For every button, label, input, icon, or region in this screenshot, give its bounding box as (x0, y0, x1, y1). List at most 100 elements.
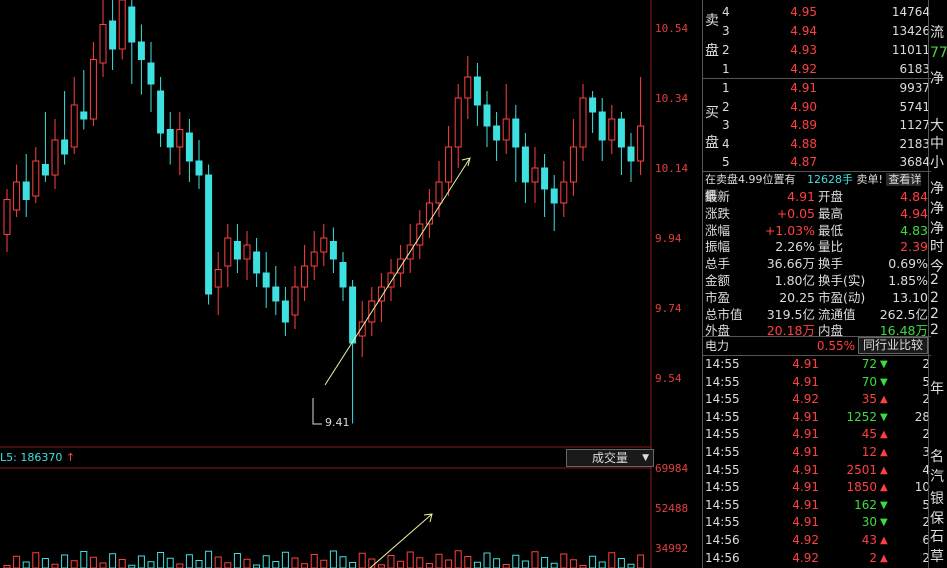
candle-body (301, 265, 309, 288)
volume-axis-label: 52488 (655, 502, 689, 515)
order-level: 3 (722, 24, 730, 38)
tick-price: 4.91 (792, 357, 819, 371)
candle-body (243, 244, 251, 260)
down-arrow-icon: ▼ (880, 359, 888, 370)
stat-label: 换手(实) (818, 273, 866, 288)
quote-stat: 流通值 262.5亿 (818, 307, 928, 323)
candle-body (137, 41, 145, 60)
volume-bar (70, 560, 78, 568)
trend-arrow (324, 157, 471, 386)
sell-order-row[interactable]: 2 4.93 11011 (722, 41, 932, 60)
tick-volume: 72 (861, 357, 877, 371)
volume-bar (416, 557, 424, 568)
volume-bar (454, 550, 462, 568)
up-arrow-icon: ▲ (880, 429, 888, 441)
sell-order-row[interactable]: 1 4.92 6183 (722, 60, 932, 79)
tick-count: 5 (922, 374, 930, 389)
alert-count: 12628手 (807, 173, 853, 186)
up-arrow-icon: ▲ (880, 447, 888, 458)
candle-body (195, 160, 203, 176)
volume-bar (166, 557, 174, 568)
volume-indicator-select[interactable]: 成交量 ▼ (566, 449, 654, 467)
buy-order-row[interactable]: 3 4.89 1127 (722, 116, 932, 135)
tick-volume: 43 (861, 533, 877, 547)
candle-body (541, 167, 549, 190)
tick-count: 2 (922, 550, 930, 565)
stat-value: 4.91 (787, 189, 815, 204)
tick-time: 14:55 (705, 515, 740, 530)
volume-indicator-label: L5: (0, 451, 17, 464)
candle-body (445, 146, 453, 183)
order-price: 4.91 (790, 81, 817, 95)
cut-off-panel-text: 汽 (930, 469, 944, 485)
candlestick-chart[interactable] (0, 0, 703, 568)
candle-body (608, 118, 616, 141)
cut-off-panel-text: 2 (930, 306, 939, 322)
tick-price: 4.91 (792, 445, 819, 459)
candle-body (80, 111, 88, 120)
volume-bar (51, 563, 59, 568)
tick-count: 2 (922, 427, 930, 442)
trade-tick-row: 14:55 4.91 1252 ▼ 28 (705, 409, 930, 426)
volume-bar (176, 563, 184, 568)
candle-body (262, 272, 270, 288)
candle-body (550, 188, 558, 204)
tick-time: 14:56 (705, 550, 740, 565)
order-level: 4 (722, 5, 730, 19)
up-arrow-icon: ▲ (880, 464, 888, 476)
stat-value: 319.5亿 (766, 306, 815, 322)
tick-time: 14:55 (705, 409, 740, 424)
volume-bar (195, 560, 203, 568)
volume-bar (589, 555, 597, 568)
quote-stat: 涨跌 +0.05 (705, 206, 815, 222)
tick-volume: 1850 (846, 480, 877, 495)
quote-stat: 金额 1.80亿 (705, 273, 815, 289)
low-marker-line (312, 398, 322, 425)
candle-body (502, 118, 510, 141)
stat-label: 最高 (818, 205, 844, 221)
cut-off-panel-text: 小 (930, 155, 944, 171)
up-arrow-icon: ▲ (880, 552, 888, 564)
quote-stat: 最高 4.94 (818, 206, 928, 222)
tick-count: 3 (922, 445, 930, 459)
order-alert: 在卖盘4.99位置有 12628手 卖单! 查看详细 (705, 172, 930, 202)
compare-industry-button[interactable]: 同行业比较 (858, 337, 928, 354)
sell-order-row[interactable]: 3 4.94 13426 (722, 22, 932, 41)
cut-off-panel-text: 2 (930, 290, 939, 306)
sell-order-row[interactable]: 4 4.95 14764 (722, 3, 932, 22)
sector-name: 电力 (705, 339, 730, 353)
buy-order-row[interactable]: 1 4.91 9937 (722, 79, 932, 98)
candle-body (329, 241, 337, 260)
low-price-marker: 9.41 (325, 416, 350, 429)
candle-body (464, 76, 472, 99)
order-volume: 3684 (899, 155, 930, 169)
order-price: 4.95 (790, 5, 817, 19)
trade-tick-row: 14:55 4.91 72 ▼ 2 (705, 356, 930, 373)
volume-bar (598, 561, 606, 568)
tick-time: 14:55 (705, 427, 740, 442)
down-arrow-icon: ▼ (880, 376, 888, 388)
trade-tick-row: 14:55 4.92 35 ▲ 2 (705, 391, 930, 408)
stat-label: 流通值 (818, 306, 856, 322)
candle-body (109, 20, 117, 50)
down-arrow-icon: ▼ (880, 499, 888, 511)
right-panel-divider (928, 0, 929, 568)
candle-body (185, 132, 193, 162)
order-level: 1 (722, 62, 730, 76)
quote-stat: 换手(实) 1.85% (818, 273, 928, 289)
stat-label: 最低 (818, 222, 844, 238)
buy-order-row[interactable]: 4 4.88 2183 (722, 135, 932, 154)
buy-order-row[interactable]: 2 4.90 5741 (722, 98, 932, 117)
volume-bar (627, 563, 635, 568)
order-price: 4.90 (790, 99, 817, 114)
tick-volume: 162 (854, 497, 877, 512)
volume-bar (329, 550, 337, 568)
candle-body (205, 174, 213, 295)
tick-price: 4.91 (792, 480, 819, 495)
buy-order-row[interactable]: 5 4.87 3684 (722, 153, 932, 172)
stat-label: 涨跌 (705, 205, 731, 221)
tick-price: 4.91 (792, 409, 819, 424)
volume-bar (224, 562, 232, 568)
cut-off-panel-text: 净 (930, 71, 944, 87)
cut-off-panel-text: 保 (930, 511, 944, 527)
